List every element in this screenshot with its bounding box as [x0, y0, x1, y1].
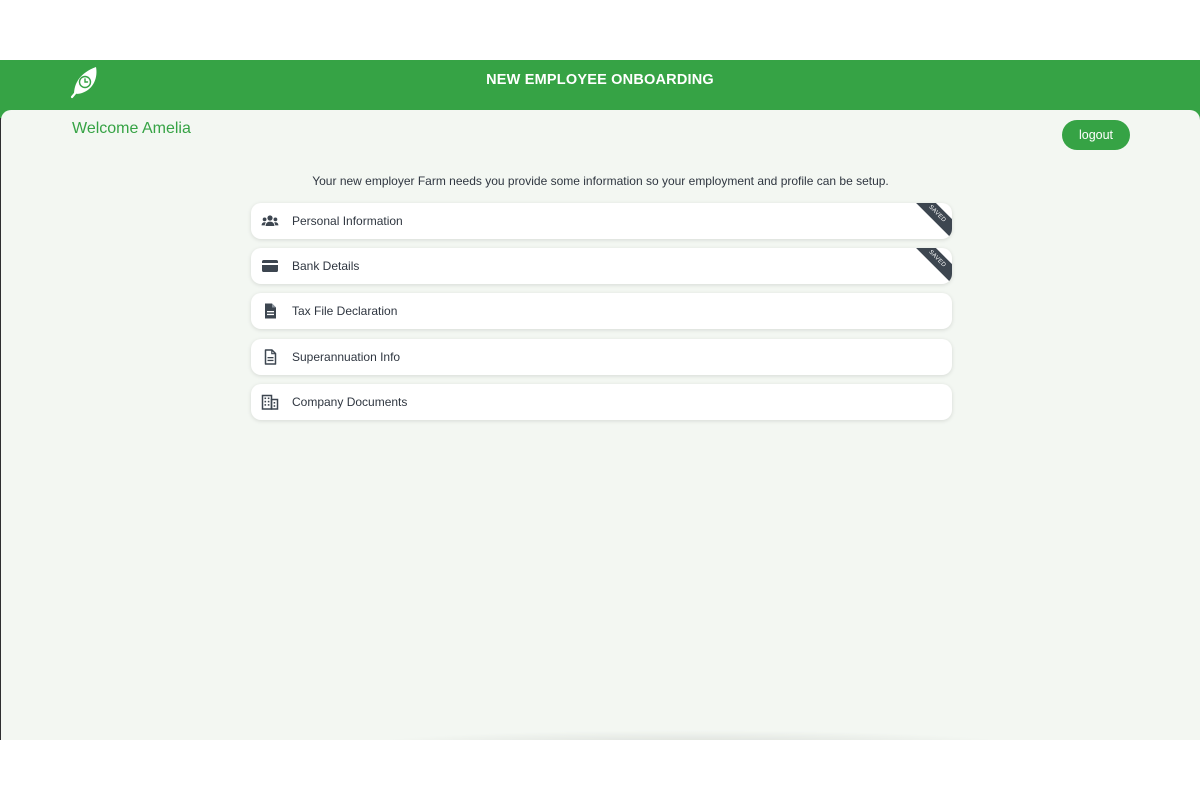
logout-button[interactable]: logout	[1062, 120, 1130, 150]
section-label: Tax File Declaration	[292, 304, 398, 319]
section-label: Personal Information	[292, 214, 403, 228]
building-icon	[261, 394, 279, 410]
main-panel: Welcome Amelia logout Your new employer …	[1, 110, 1200, 740]
section-label: Bank Details	[292, 259, 360, 274]
onboarding-sections-list: Personal Information SAVED Bank Details …	[251, 203, 952, 429]
app-frame: NEW EMPLOYEE ONBOARDING Welcome Amelia l…	[0, 60, 1200, 740]
page-title: NEW EMPLOYEE ONBOARDING	[486, 72, 714, 88]
section-company-documents[interactable]: Company Documents	[251, 383, 952, 420]
section-label: Company Documents	[292, 394, 408, 409]
document-filled-icon	[265, 303, 276, 319]
saved-badge: SAVED	[905, 248, 952, 285]
credit-card-icon	[262, 260, 278, 273]
section-label: Superannuation Info	[292, 349, 401, 364]
section-bank-details[interactable]: Bank Details SAVED	[251, 248, 952, 285]
section-personal-information[interactable]: Personal Information SAVED	[251, 203, 952, 239]
section-tax-file-declaration[interactable]: Tax File Declaration	[251, 293, 952, 330]
section-superannuation-info[interactable]: Superannuation Info	[251, 338, 952, 375]
decorative-shadow	[361, 730, 1021, 740]
document-outline-icon	[264, 348, 277, 365]
users-icon	[261, 215, 279, 226]
welcome-message: Welcome Amelia	[72, 120, 191, 137]
saved-badge: SAVED	[905, 203, 952, 239]
intro-text: Your new employer Farm needs you provide…	[312, 174, 889, 188]
